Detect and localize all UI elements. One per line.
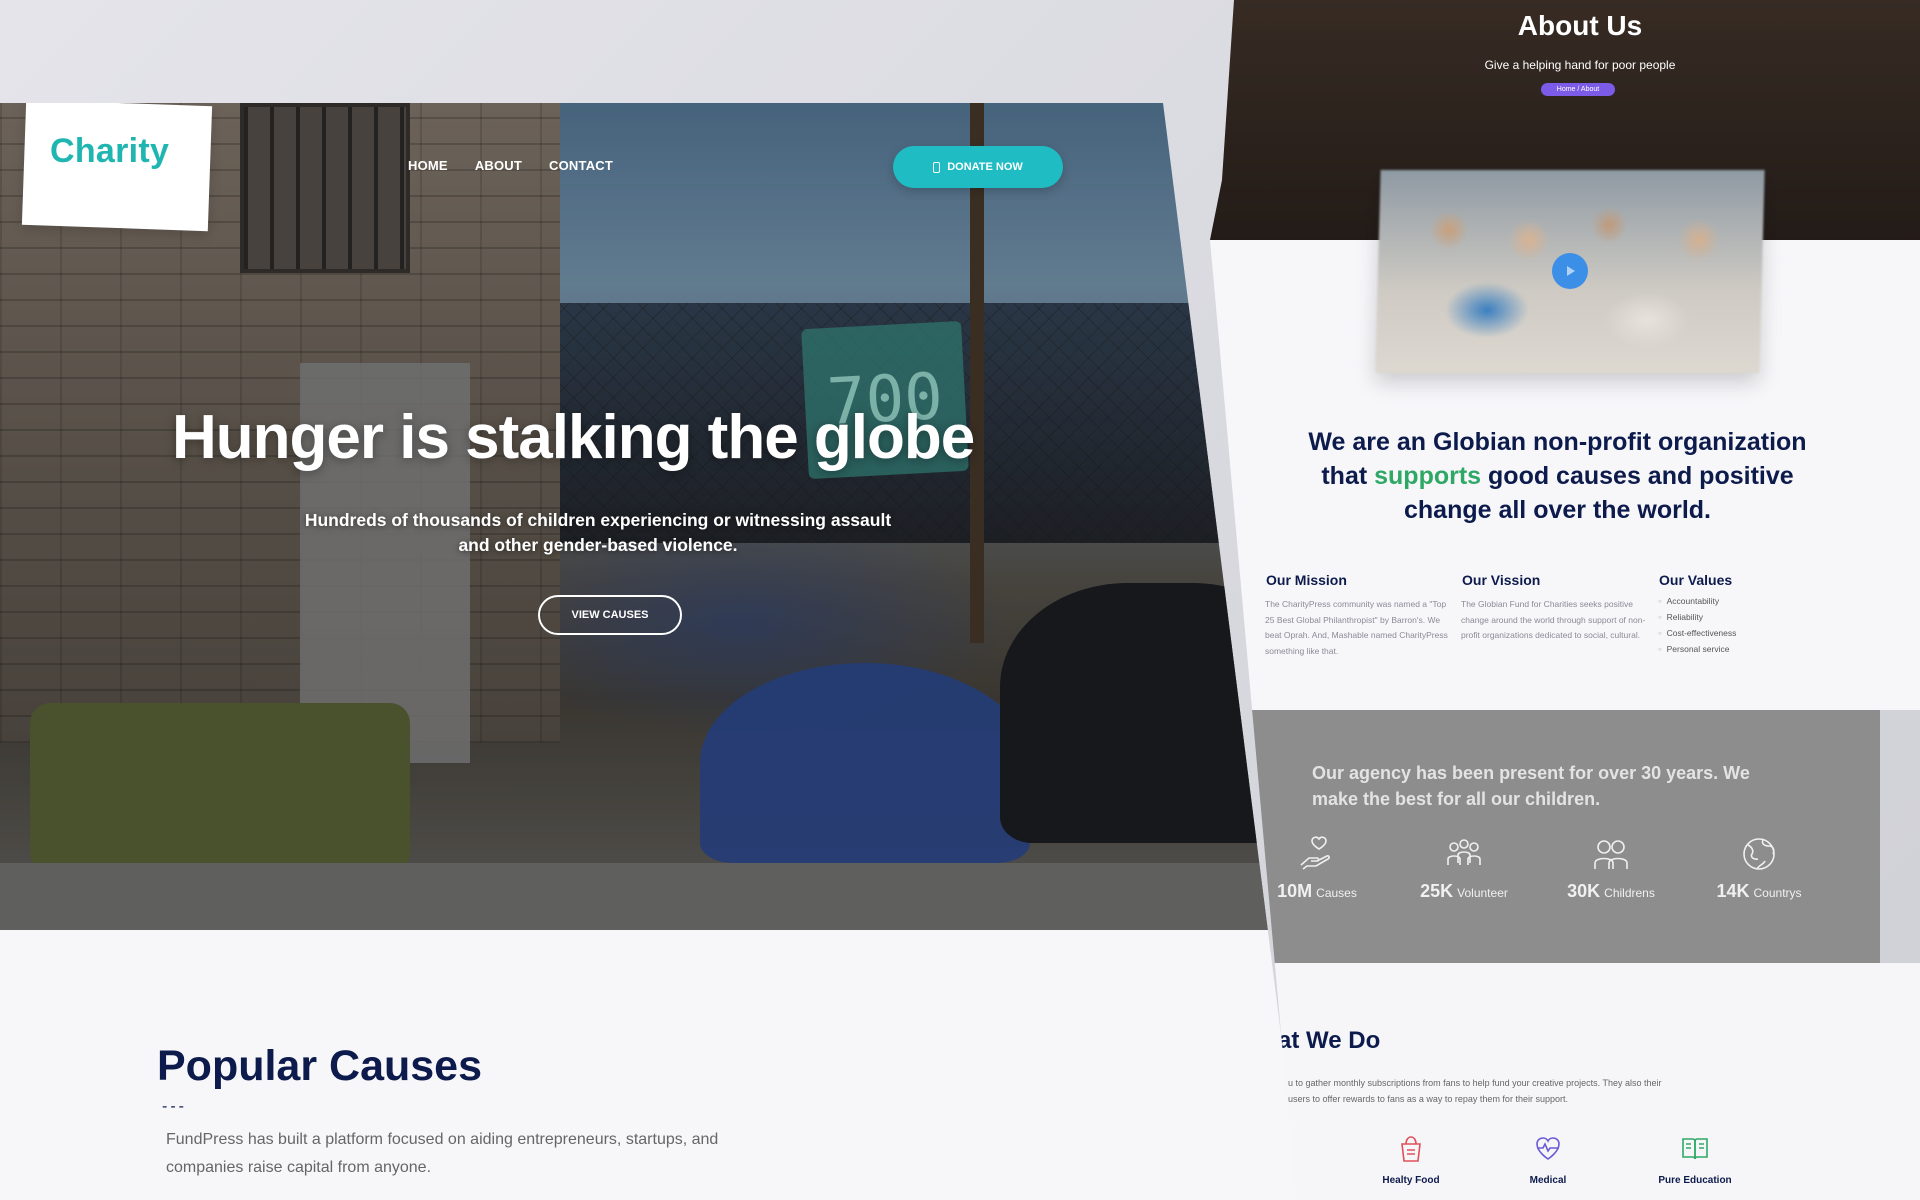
food-bag-icon [1401, 1136, 1421, 1162]
value-item: Reliability [1658, 610, 1736, 626]
stat-label: Volunteer [1457, 886, 1508, 900]
vision-text: The Globian Fund for Charities seeks pos… [1461, 599, 1646, 640]
children-icon [1594, 840, 1628, 869]
nav-about[interactable]: ABOUT [475, 158, 522, 173]
what-we-do-text: u to gather monthly subscriptions from f… [1288, 1078, 1662, 1104]
play-icon [1567, 266, 1575, 276]
values-list: Accountability Reliability Cost-effectiv… [1658, 594, 1737, 658]
stat-value: 10M [1277, 881, 1313, 901]
service-pure-education[interactable]: Pure Education [1645, 1132, 1745, 1186]
stat-countrys: 14K Countrys [1699, 835, 1819, 902]
service-label: Healty Food [1382, 1175, 1440, 1186]
stat-value: 30K [1567, 881, 1601, 901]
popular-causes-title: Popular Causes [157, 1042, 482, 1090]
stat-value: 14K [1716, 881, 1750, 901]
service-label: Pure Education [1658, 1175, 1732, 1186]
stat-volunteer: 25K Volunteer [1404, 835, 1524, 902]
phone-icon [933, 161, 941, 173]
popular-causes-text: FundPress has built a platform focused o… [166, 1131, 719, 1176]
view-causes-button[interactable]: VIEW CAUSES [538, 595, 682, 635]
vision-title: Our Vission [1462, 572, 1541, 588]
value-item: Cost-effectiveness [1658, 626, 1737, 642]
org-statement-highlight: supports [1374, 462, 1482, 490]
nav-home[interactable]: HOME [408, 158, 448, 173]
stat-label: Countrys [1753, 886, 1802, 900]
book-icon [1682, 1138, 1708, 1160]
value-item: Personal service [1658, 642, 1736, 658]
play-button[interactable] [1552, 253, 1588, 289]
value-item: Accountability [1658, 594, 1736, 610]
service-healthy-food[interactable]: Healty Food [1361, 1132, 1461, 1186]
logo[interactable]: Charity [50, 132, 169, 171]
stat-label: Causes [1316, 886, 1357, 900]
group-icon [1447, 839, 1481, 865]
about-subtitle: Give a helping hand for poor people [1484, 58, 1676, 72]
heart-pulse-icon [1536, 1137, 1560, 1160]
breadcrumb[interactable]: Home / About [1541, 83, 1615, 96]
donate-label: DONATE NOW [947, 161, 1023, 173]
values-title: Our Values [1659, 572, 1733, 588]
org-statement: We are an Globian non-profit organizatio… [1295, 425, 1820, 527]
agency-text: Our agency has been present for over 30 … [1312, 763, 1750, 809]
title-divider: --- [162, 1098, 187, 1115]
hero-title: Hunger is stalking the globe [172, 403, 975, 472]
main-nav: HOME ABOUT CONTACT [408, 158, 613, 173]
what-we-do-title: at We Do [1278, 1027, 1381, 1054]
globe-icon [1743, 838, 1775, 870]
stat-childrens: 30K Childrens [1551, 835, 1671, 902]
service-label: Medical [1529, 1175, 1567, 1186]
donate-now-button[interactable]: DONATE NOW [893, 146, 1063, 188]
nav-contact[interactable]: CONTACT [549, 158, 613, 173]
hand-heart-icon [1300, 836, 1330, 870]
mission-title: Our Mission [1266, 572, 1347, 588]
stat-value: 25K [1420, 881, 1454, 901]
hero-subtitle: Hundreds of thousands of children experi… [304, 510, 892, 555]
stat-label: Childrens [1604, 886, 1655, 900]
mission-text: The CharityPress community was named a "… [1265, 599, 1448, 656]
service-medical[interactable]: Medical [1498, 1132, 1598, 1186]
stat-causes: 10M Causes [1257, 835, 1377, 902]
about-title: About Us [1517, 10, 1643, 41]
